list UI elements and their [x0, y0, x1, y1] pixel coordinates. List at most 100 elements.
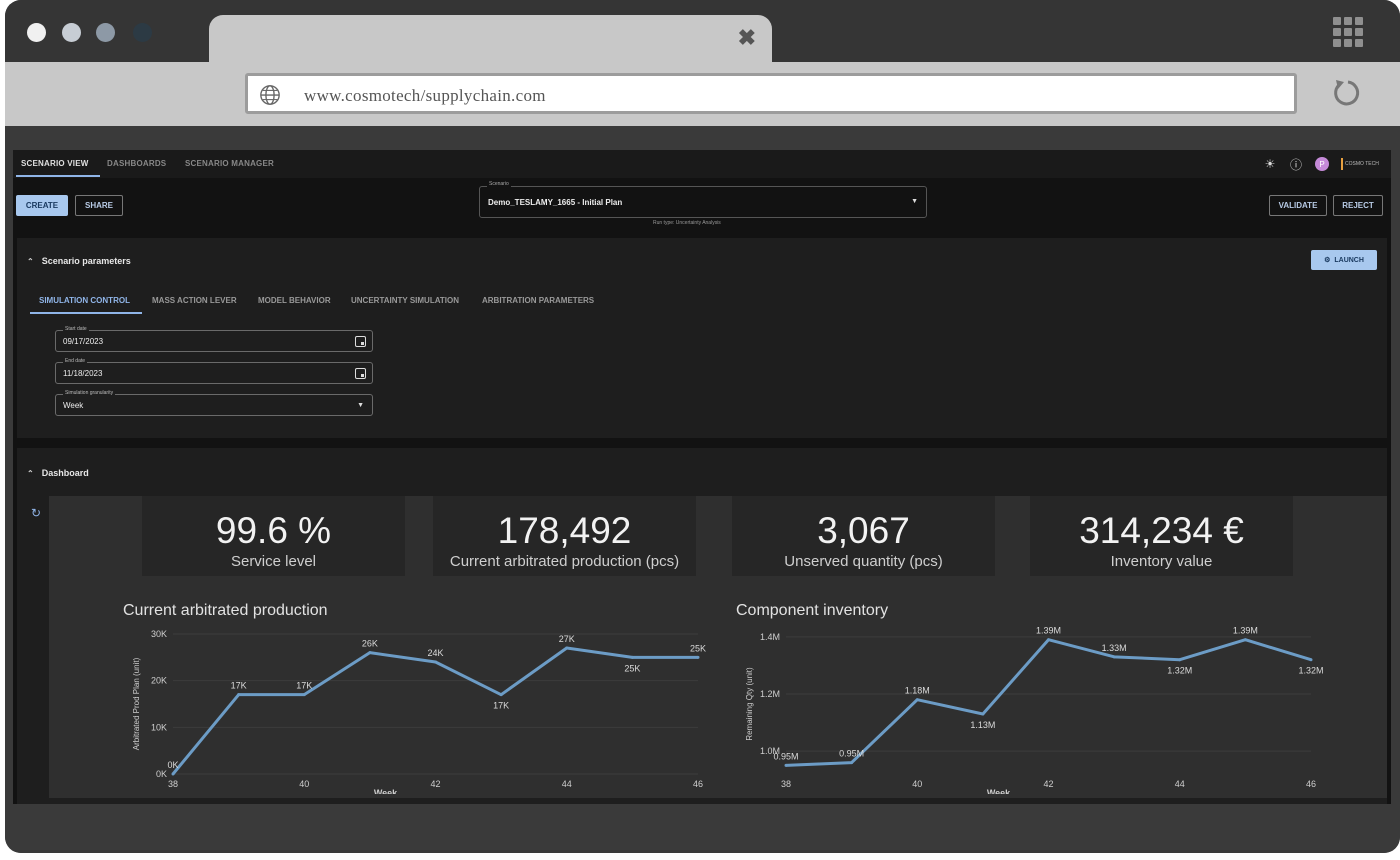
dashboard-title: Dashboard: [41, 468, 89, 478]
theme-sun-icon[interactable]: ☀: [1263, 157, 1277, 171]
data-point: [499, 693, 503, 697]
y-tick-label: 10K: [151, 722, 167, 732]
scenario-select[interactable]: Scenario Demo_TESLAMY_1665 - Initial Pla…: [479, 181, 927, 218]
page-viewport: SCENARIO VIEW DASHBOARDS SCENARIO MANAGE…: [5, 126, 1400, 853]
data-point: [171, 772, 175, 776]
y-axis-label: Remaining Qty (unit): [745, 667, 754, 741]
close-icon[interactable]: ✖: [738, 27, 756, 49]
browser-tab[interactable]: ✖: [209, 15, 772, 65]
create-button[interactable]: CREATE: [16, 195, 68, 216]
start-date-value: 09/17/2023: [63, 337, 104, 346]
data-point: [696, 655, 700, 659]
granularity-select[interactable]: Simulation granularity Week ▼: [55, 390, 373, 416]
avatar[interactable]: P: [1315, 157, 1329, 171]
cosmotech-app: SCENARIO VIEW DASHBOARDS SCENARIO MANAGE…: [13, 150, 1391, 804]
start-date-field[interactable]: Start date 09/17/2023: [55, 326, 373, 352]
parameters-title: Scenario parameters: [41, 256, 131, 266]
calendar-icon[interactable]: [355, 336, 366, 347]
window-dot-4[interactable]: [133, 23, 152, 42]
kpi-unserved-quantity: 3,067 Unserved quantity (pcs): [732, 496, 995, 576]
data-point: [1178, 658, 1182, 662]
tab-scenario-manager[interactable]: SCENARIO MANAGER: [185, 159, 274, 168]
inventory-line-chart: 1.0M1.2M1.4M38 40 42 44 46WeekRemaining Qty …: [745, 626, 1324, 794]
address-bar: www.cosmotech/supplychain.com: [5, 62, 1400, 126]
x-tick-label: 46: [1306, 779, 1316, 789]
kpi-service-level: 99.6 % Service level: [142, 496, 405, 576]
chart-title-production: Current arbitrated production: [123, 602, 328, 619]
url-text: www.cosmotech/supplychain.com: [304, 86, 546, 105]
kpi-value: 178,492: [497, 510, 632, 551]
x-tick-label: 38: [781, 779, 791, 789]
kpi-inventory-value: 314,234 € Inventory value: [1030, 496, 1293, 576]
data-label: 0.95M: [839, 749, 864, 759]
help-icon[interactable]: ⓘ: [1289, 157, 1303, 172]
app-nav-bar: SCENARIO VIEW DASHBOARDS SCENARIO MANAGE…: [13, 150, 1391, 178]
data-label: 0K: [167, 760, 178, 770]
tab-uncertainty-simulation[interactable]: UNCERTAINTY SIMULATION: [351, 296, 459, 305]
kpi-value: 3,067: [817, 510, 910, 551]
tab-model-behavior[interactable]: MODEL BEHAVIOR: [258, 296, 331, 305]
kpi-label: Service level: [230, 553, 317, 570]
url-input[interactable]: www.cosmotech/supplychain.com: [245, 73, 1297, 114]
window-dot-3[interactable]: [96, 23, 115, 42]
kpi-value: 99.6 %: [215, 510, 332, 551]
x-tick-label: 46: [693, 779, 703, 789]
launch-button[interactable]: ⚙ LAUNCH: [1311, 250, 1377, 270]
production-line-chart: 0K 10K 20K 30K 38 40 42 44 46 Week Arbitrated Prod…: [132, 629, 706, 794]
end-date-field[interactable]: End date 11/18/2023: [55, 358, 373, 384]
settings-icon: ⚙: [1324, 257, 1331, 264]
tab-mass-action-lever[interactable]: MASS ACTION LEVER: [152, 296, 237, 305]
dropdown-arrow-icon: ▼: [911, 198, 918, 205]
data-label: 1.39M: [1036, 626, 1061, 636]
window-dot-1[interactable]: [27, 23, 46, 42]
data-point: [1112, 655, 1116, 659]
x-tick-label: 44: [1175, 779, 1185, 789]
chevron-up-icon: ⌃: [27, 469, 34, 478]
tab-simulation-control[interactable]: SIMULATION CONTROL: [39, 296, 130, 305]
globe-icon: [260, 85, 280, 105]
end-date-value: 11/18/2023: [63, 369, 103, 378]
data-label: 0.95M: [773, 751, 798, 761]
share-button[interactable]: SHARE: [75, 195, 123, 216]
x-tick-label: 40: [299, 779, 309, 789]
data-point: [784, 763, 788, 767]
data-label: 1.18M: [905, 686, 930, 696]
y-axis-label: Arbitrated Prod Plan (unit): [132, 657, 141, 750]
end-date-label: End date: [63, 358, 88, 364]
y-tick-label: 20K: [151, 676, 167, 686]
chevron-up-icon: ⌃: [27, 257, 34, 266]
parameters-header[interactable]: ⌃ Scenario parameters: [27, 256, 131, 266]
calendar-icon[interactable]: [355, 368, 366, 379]
data-label: 1.13M: [970, 720, 995, 730]
dashboard-header[interactable]: ⌃ Dashboard: [27, 468, 89, 478]
run-type-text: Run type: Uncertainty Analysis: [653, 220, 721, 226]
apps-grid-icon[interactable]: [1333, 17, 1365, 47]
refresh-icon[interactable]: ↻: [31, 506, 41, 520]
data-label: 1.39M: [1233, 626, 1258, 636]
tab-scenario-view[interactable]: SCENARIO VIEW: [21, 159, 89, 168]
x-tick-label: 44: [562, 779, 572, 789]
data-label: 1.33M: [1102, 643, 1127, 653]
data-label: 25K: [690, 643, 706, 653]
x-tick-label: 40: [912, 779, 922, 789]
tab-dashboards[interactable]: DASHBOARDS: [107, 159, 166, 168]
data-label: 25K: [624, 663, 640, 673]
kpi-arbitrated-production: 178,492 Current arbitrated production (p…: [433, 496, 696, 576]
tab-arbitration-parameters[interactable]: ARBITRATION PARAMETERS: [482, 296, 594, 305]
data-point: [565, 646, 569, 650]
data-label: 24K: [427, 648, 443, 658]
kpi-label: Current arbitrated production (pcs): [449, 553, 680, 570]
x-tick-label: 38: [168, 779, 178, 789]
reload-icon[interactable]: [1330, 76, 1364, 110]
scenario-value: Demo_TESLAMY_1665 - Initial Plan: [488, 198, 623, 207]
data-point: [434, 660, 437, 664]
y-tick-label: 1.2M: [760, 689, 780, 699]
window-dot-2[interactable]: [62, 23, 81, 42]
active-tab-indicator: [16, 175, 100, 177]
validate-button[interactable]: VALIDATE: [1269, 195, 1327, 216]
reject-button[interactable]: REJECT: [1333, 195, 1383, 216]
dropdown-arrow-icon: ▼: [357, 402, 364, 409]
granularity-label: Simulation granularity: [63, 390, 116, 396]
y-tick-label: 0K: [156, 769, 167, 779]
data-label: 26K: [362, 639, 378, 649]
